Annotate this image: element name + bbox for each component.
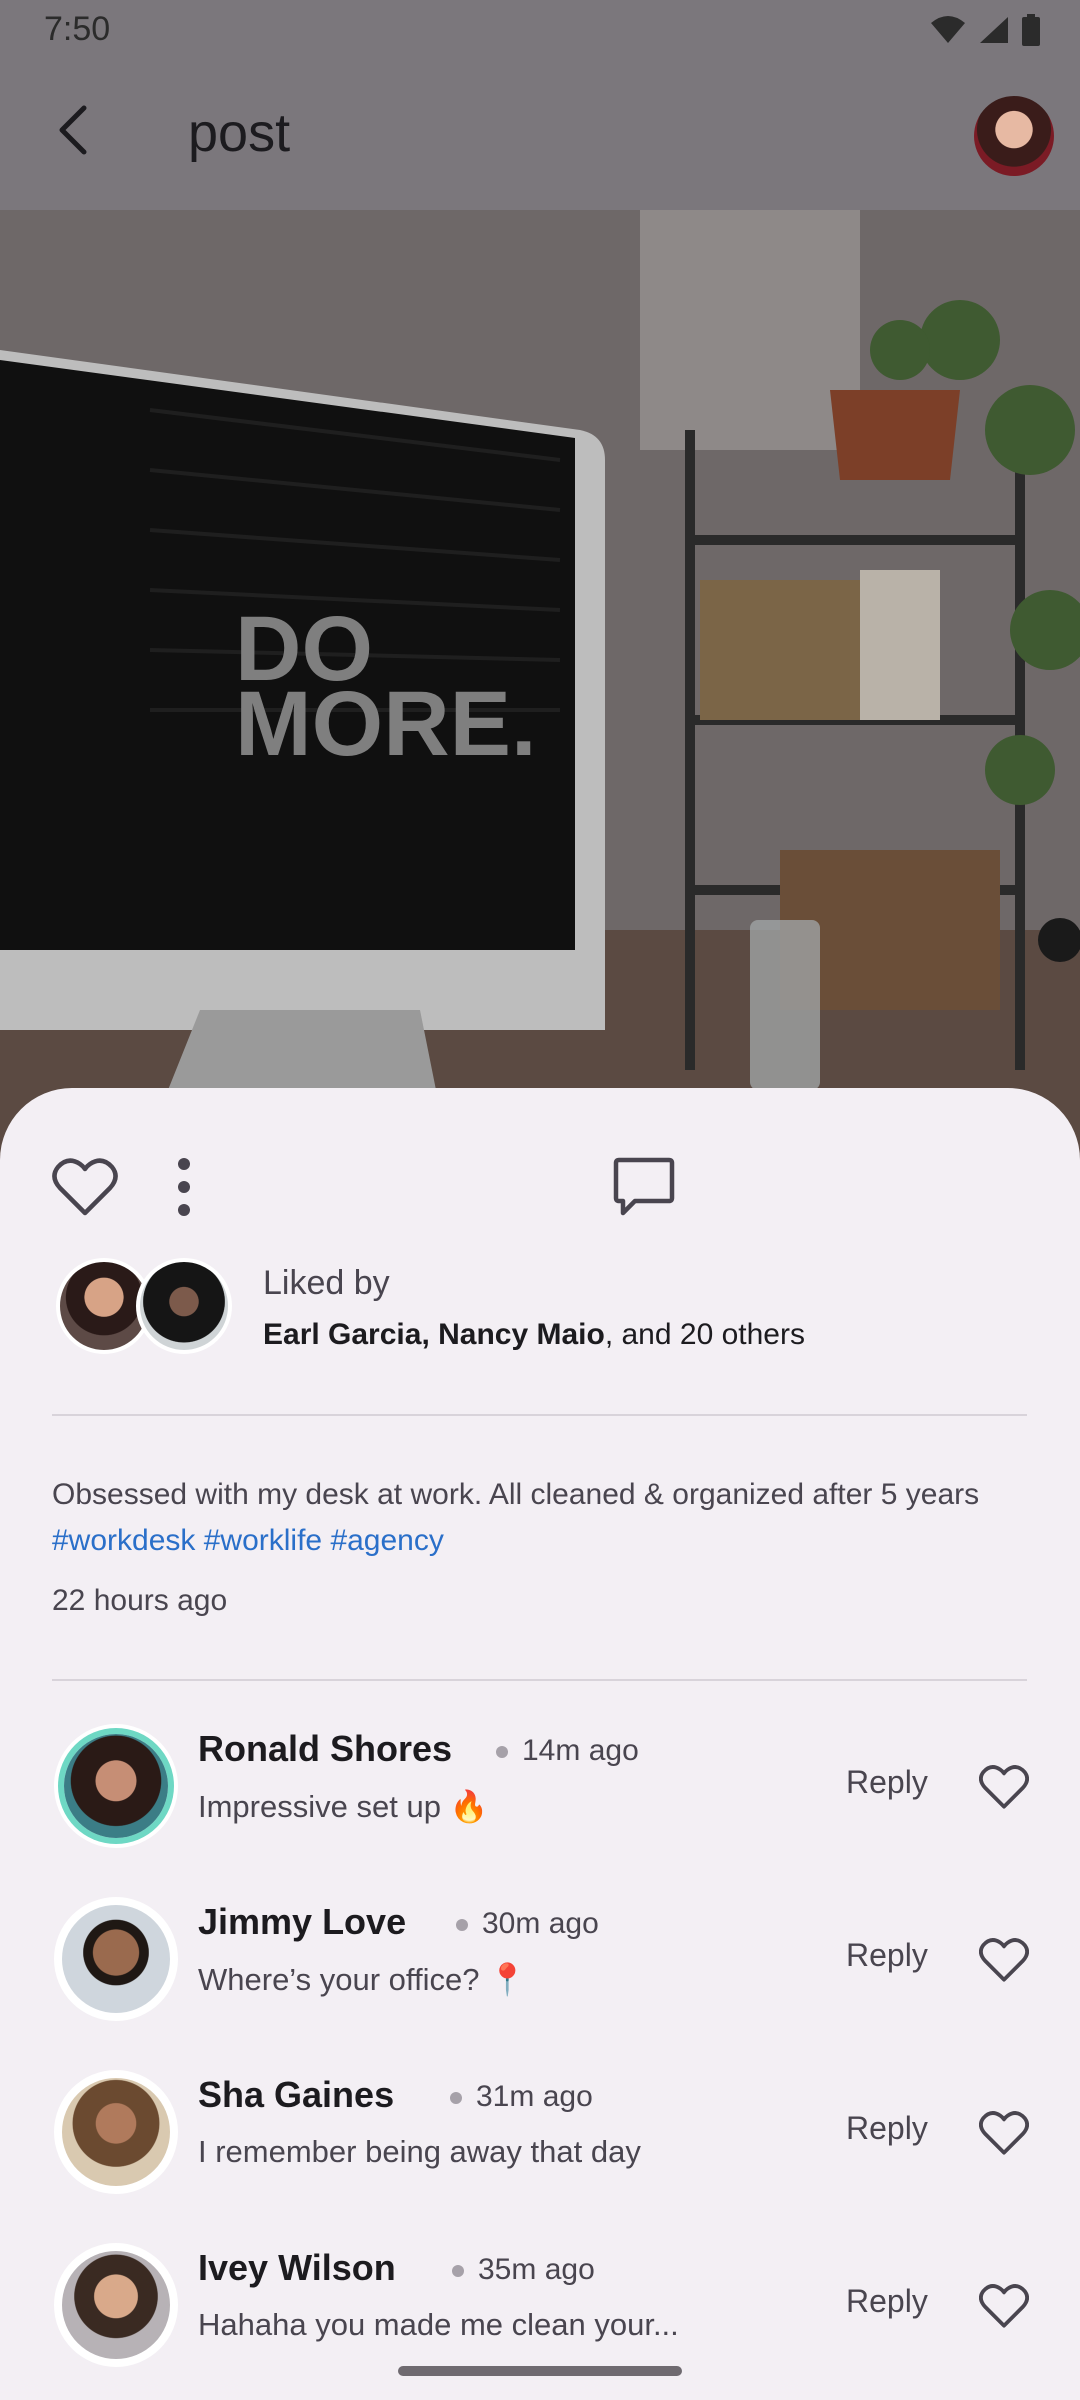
list-item: Ronald Shores 14m ago Impressive set up … [52, 1724, 1032, 1864]
reply-button[interactable]: Reply [846, 2283, 928, 2320]
reply-button[interactable]: Reply [846, 2110, 928, 2147]
liker-others: , and 20 others [604, 1318, 805, 1351]
back-arrow-icon[interactable] [44, 100, 104, 160]
page-title: post [188, 103, 291, 163]
status-time: 7:50 [44, 10, 111, 48]
avatar[interactable] [54, 1724, 178, 1848]
app-bar: post [0, 60, 1080, 210]
avatar[interactable] [54, 1897, 178, 2021]
post-time: 22 hours ago [52, 1584, 228, 1617]
wifi-icon [931, 16, 965, 43]
avatar[interactable] [54, 2070, 178, 2194]
signal-icon [980, 17, 1008, 43]
heart-icon [52, 1158, 118, 1216]
heart-icon[interactable] [979, 1935, 1029, 1985]
profile-avatar[interactable] [974, 96, 1054, 176]
heart-icon[interactable] [979, 2108, 1029, 2158]
post-image: DO MORE. [0, 210, 1080, 1210]
like-button[interactable] [52, 1154, 118, 1220]
liker-names: Earl Garcia, Nancy Maio [263, 1318, 605, 1351]
comment-text: Impressive set up 🔥 [198, 1789, 489, 1824]
comment-time: 31m ago [436, 2080, 593, 2114]
comment-time: 14m ago [482, 1734, 639, 1768]
comment-time: 35m ago [438, 2253, 595, 2287]
divider [52, 1679, 1027, 1681]
liker-avatars[interactable] [56, 1258, 236, 1358]
comment-author[interactable]: Ronald Shores [198, 1728, 452, 1770]
divider [52, 1414, 1027, 1416]
heart-icon[interactable] [979, 2281, 1029, 2331]
avatar [136, 1258, 232, 1354]
comment-author[interactable]: Ivey Wilson [198, 2247, 396, 2289]
avatar[interactable] [54, 2243, 178, 2367]
comment-author[interactable]: Jimmy Love [198, 1901, 406, 1943]
comment-button[interactable] [154, 1117, 1080, 1257]
heart-icon[interactable] [979, 1762, 1029, 1812]
list-item: Jimmy Love 30m ago Where’s your office? … [52, 1897, 1032, 2037]
list-item: Sha Gaines 31m ago I remember being away… [52, 2070, 1032, 2210]
comment-icon [613, 1157, 675, 1216]
screen-text-2: MORE. [235, 673, 537, 775]
list-item: Ivey Wilson 35m ago Hahaha you made me c… [52, 2243, 1032, 2383]
comment-text: I remember being away that day [198, 2134, 641, 2169]
post-actions [52, 1154, 675, 1220]
status-bar: 7:50 [0, 0, 1080, 60]
post-details-sheet: Liked by Earl Garcia, Nancy Maio, and 20… [0, 1088, 1080, 2400]
home-indicator[interactable] [398, 2366, 682, 2376]
comment-text: Hahaha you made me clean your... [198, 2307, 679, 2342]
status-icons [930, 14, 1040, 46]
comment-time: 30m ago [442, 1907, 599, 1941]
battery-icon [1022, 14, 1040, 46]
liked-by-names[interactable]: Earl Garcia, Nancy Maio, and 20 others [263, 1318, 805, 1352]
comment-author[interactable]: Sha Gaines [198, 2074, 394, 2116]
post-caption: Obsessed with my desk at work. All clean… [52, 1472, 1042, 1564]
reply-button[interactable]: Reply [846, 1764, 928, 1801]
liked-by-label: Liked by [263, 1264, 390, 1302]
caption-hashtags[interactable]: #workdesk #worklife #agency [52, 1518, 1042, 1564]
comment-text: Where’s your office? 📍 [198, 1962, 527, 1997]
reply-button[interactable]: Reply [846, 1937, 928, 1974]
caption-text: Obsessed with my desk at work. All clean… [52, 1478, 980, 1511]
